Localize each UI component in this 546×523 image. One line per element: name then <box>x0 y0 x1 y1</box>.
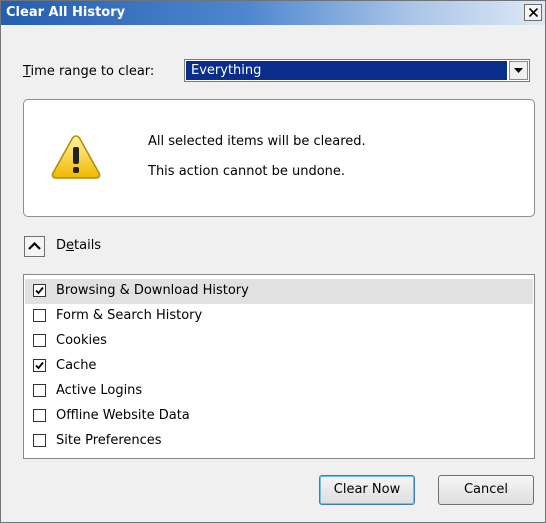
cancel-button[interactable]: Cancel <box>438 475 534 505</box>
checkmark-icon <box>35 361 44 370</box>
item-label: Offline Website Data <box>56 408 190 423</box>
close-button[interactable] <box>524 4 542 21</box>
list-item[interactable]: Cookies <box>25 329 533 354</box>
time-range-value: Everything <box>186 61 507 80</box>
chevron-down-icon <box>514 68 523 73</box>
list-item[interactable]: Cache <box>25 354 533 379</box>
warning-panel: All selected items will be cleared. This… <box>23 99 535 217</box>
time-range-select[interactable]: Everything <box>184 59 530 82</box>
checkbox[interactable] <box>33 334 46 347</box>
warning-message-line1: All selected items will be cleared. <box>148 134 366 149</box>
window-title: Clear All History <box>6 5 126 20</box>
item-label: Cache <box>56 358 97 373</box>
details-toggle-button[interactable] <box>24 236 45 257</box>
time-range-label: Time range to clear: <box>23 64 155 79</box>
checkmark-icon <box>35 286 44 295</box>
checkbox[interactable] <box>33 409 46 422</box>
title-bar[interactable]: Clear All History <box>1 1 545 25</box>
checkbox[interactable] <box>33 434 46 447</box>
dropdown-button[interactable] <box>509 61 528 80</box>
checkbox[interactable] <box>33 309 46 322</box>
item-label: Browsing & Download History <box>56 283 249 298</box>
list-item[interactable]: Offline Website Data <box>25 404 533 429</box>
warning-message-line2: This action cannot be undone. <box>148 164 346 179</box>
item-label: Form & Search History <box>56 308 203 323</box>
item-label: Site Preferences <box>56 433 162 448</box>
item-label: Active Logins <box>56 383 143 398</box>
list-item[interactable]: Form & Search History <box>25 304 533 329</box>
details-label[interactable]: Details <box>56 238 101 253</box>
history-items-list: Browsing & Download History Form & Searc… <box>23 274 535 459</box>
list-item[interactable]: Browsing & Download History <box>25 279 533 304</box>
clear-history-dialog: Clear All History Time range to clear: E… <box>0 0 546 523</box>
list-item[interactable]: Site Preferences <box>25 429 533 454</box>
chevron-up-icon <box>28 242 41 250</box>
checkbox[interactable] <box>33 384 46 397</box>
item-label: Cookies <box>56 333 107 348</box>
list-item[interactable]: Active Logins <box>25 379 533 404</box>
clear-now-button[interactable]: Clear Now <box>319 475 415 505</box>
close-icon <box>529 8 538 17</box>
warning-icon <box>51 135 101 179</box>
checkbox[interactable] <box>33 284 46 297</box>
checkbox[interactable] <box>33 359 46 372</box>
